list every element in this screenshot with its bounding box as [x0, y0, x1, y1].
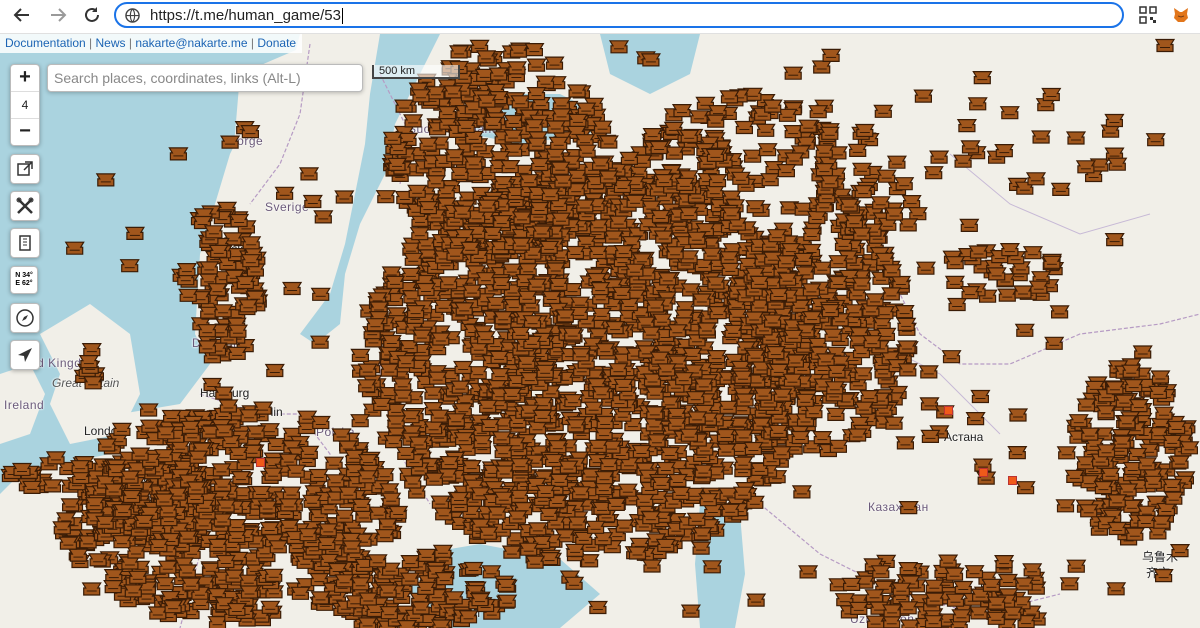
- separator: |: [247, 36, 258, 50]
- map-label: 乌鲁木: [1142, 550, 1179, 564]
- arrow-left-icon: [13, 8, 29, 22]
- map-label: Berlin: [252, 405, 283, 419]
- layers-icon: [19, 235, 31, 251]
- zoom-out-button[interactable]: −: [11, 119, 39, 145]
- location-arrow-icon: [18, 348, 32, 362]
- map-label: Nederland: [142, 420, 202, 434]
- external-link-icon: [17, 161, 33, 176]
- donate-link[interactable]: Donate: [257, 36, 296, 50]
- map-label: London: [84, 424, 125, 438]
- arrow-right-icon: [51, 8, 67, 22]
- map-label: Danmark: [192, 336, 245, 350]
- separator: |: [85, 36, 96, 50]
- email-link[interactable]: nakarte@nakarte.me: [135, 36, 247, 50]
- highlighted-marker[interactable]: [944, 406, 953, 415]
- coordinates-button[interactable]: N 34° E 62°: [10, 266, 38, 294]
- news-link[interactable]: News: [96, 36, 126, 50]
- forward-button[interactable]: [46, 5, 70, 27]
- map-label: ed Kingdom: [30, 356, 100, 370]
- coordinates-lon: E 62°: [15, 280, 33, 287]
- compass-icon: [16, 309, 34, 327]
- map-label: Polska: [316, 425, 356, 439]
- map-label: Казахстан: [868, 500, 929, 514]
- map-base: [0, 34, 1200, 628]
- documentation-link[interactable]: Documentation: [5, 36, 86, 50]
- back-button[interactable]: [10, 5, 34, 27]
- external-link-button[interactable]: [10, 154, 40, 184]
- highlighted-marker[interactable]: [1008, 476, 1017, 485]
- map-label: Sverige: [265, 200, 310, 214]
- map-label: Bucuresti: [392, 572, 443, 586]
- map-label: Ireland: [4, 398, 45, 412]
- zoom-control: + 4 −: [10, 64, 40, 146]
- map-label: Paris: [122, 474, 150, 488]
- map-label: Istanbul: [438, 606, 481, 620]
- map-container[interactable]: Norge Sverige Suomi / Finland Oslo Danmark ed…: [0, 34, 1200, 628]
- zoom-level: 4: [11, 91, 39, 119]
- map-label: Norge: [228, 134, 264, 148]
- map-label: Great Britain: [52, 376, 120, 390]
- links-bar: Documentation | News | nakarte@nakarte.m…: [0, 34, 303, 53]
- map-label: Suomi / Finland: [408, 122, 499, 136]
- map-label: 齐市: [1146, 566, 1171, 580]
- tools-button[interactable]: [10, 191, 40, 221]
- compass-button[interactable]: [10, 303, 40, 333]
- address-bar[interactable]: https://t.me/human_game/53: [114, 2, 1124, 28]
- separator: |: [125, 36, 136, 50]
- qr-code-icon[interactable]: [1139, 6, 1157, 24]
- scale-bar: 500 km: [372, 65, 460, 79]
- tools-icon: [16, 197, 34, 214]
- layers-button[interactable]: [10, 228, 40, 258]
- map-label: Бишкек: [980, 576, 1022, 590]
- search-input[interactable]: [47, 64, 363, 92]
- reload-icon: [85, 7, 99, 22]
- map-label: Астана: [944, 430, 984, 444]
- reload-button[interactable]: [80, 5, 104, 27]
- locate-button[interactable]: [10, 340, 40, 370]
- highlighted-marker[interactable]: [256, 458, 265, 467]
- coordinates-lat: N 34°: [15, 272, 33, 279]
- zoom-in-button[interactable]: +: [11, 65, 39, 91]
- map-label: Uzbekiston: [850, 612, 915, 626]
- url-text[interactable]: https://t.me/human_game/53: [150, 7, 343, 24]
- highlighted-marker[interactable]: [979, 468, 988, 477]
- metamask-fox-icon[interactable]: [1172, 6, 1190, 24]
- map-label: Oslo: [222, 242, 247, 256]
- map-label: Hamburg: [200, 386, 250, 400]
- globe-icon[interactable]: [125, 8, 140, 23]
- browser-toolbar: https://t.me/human_game/53: [0, 0, 1200, 34]
